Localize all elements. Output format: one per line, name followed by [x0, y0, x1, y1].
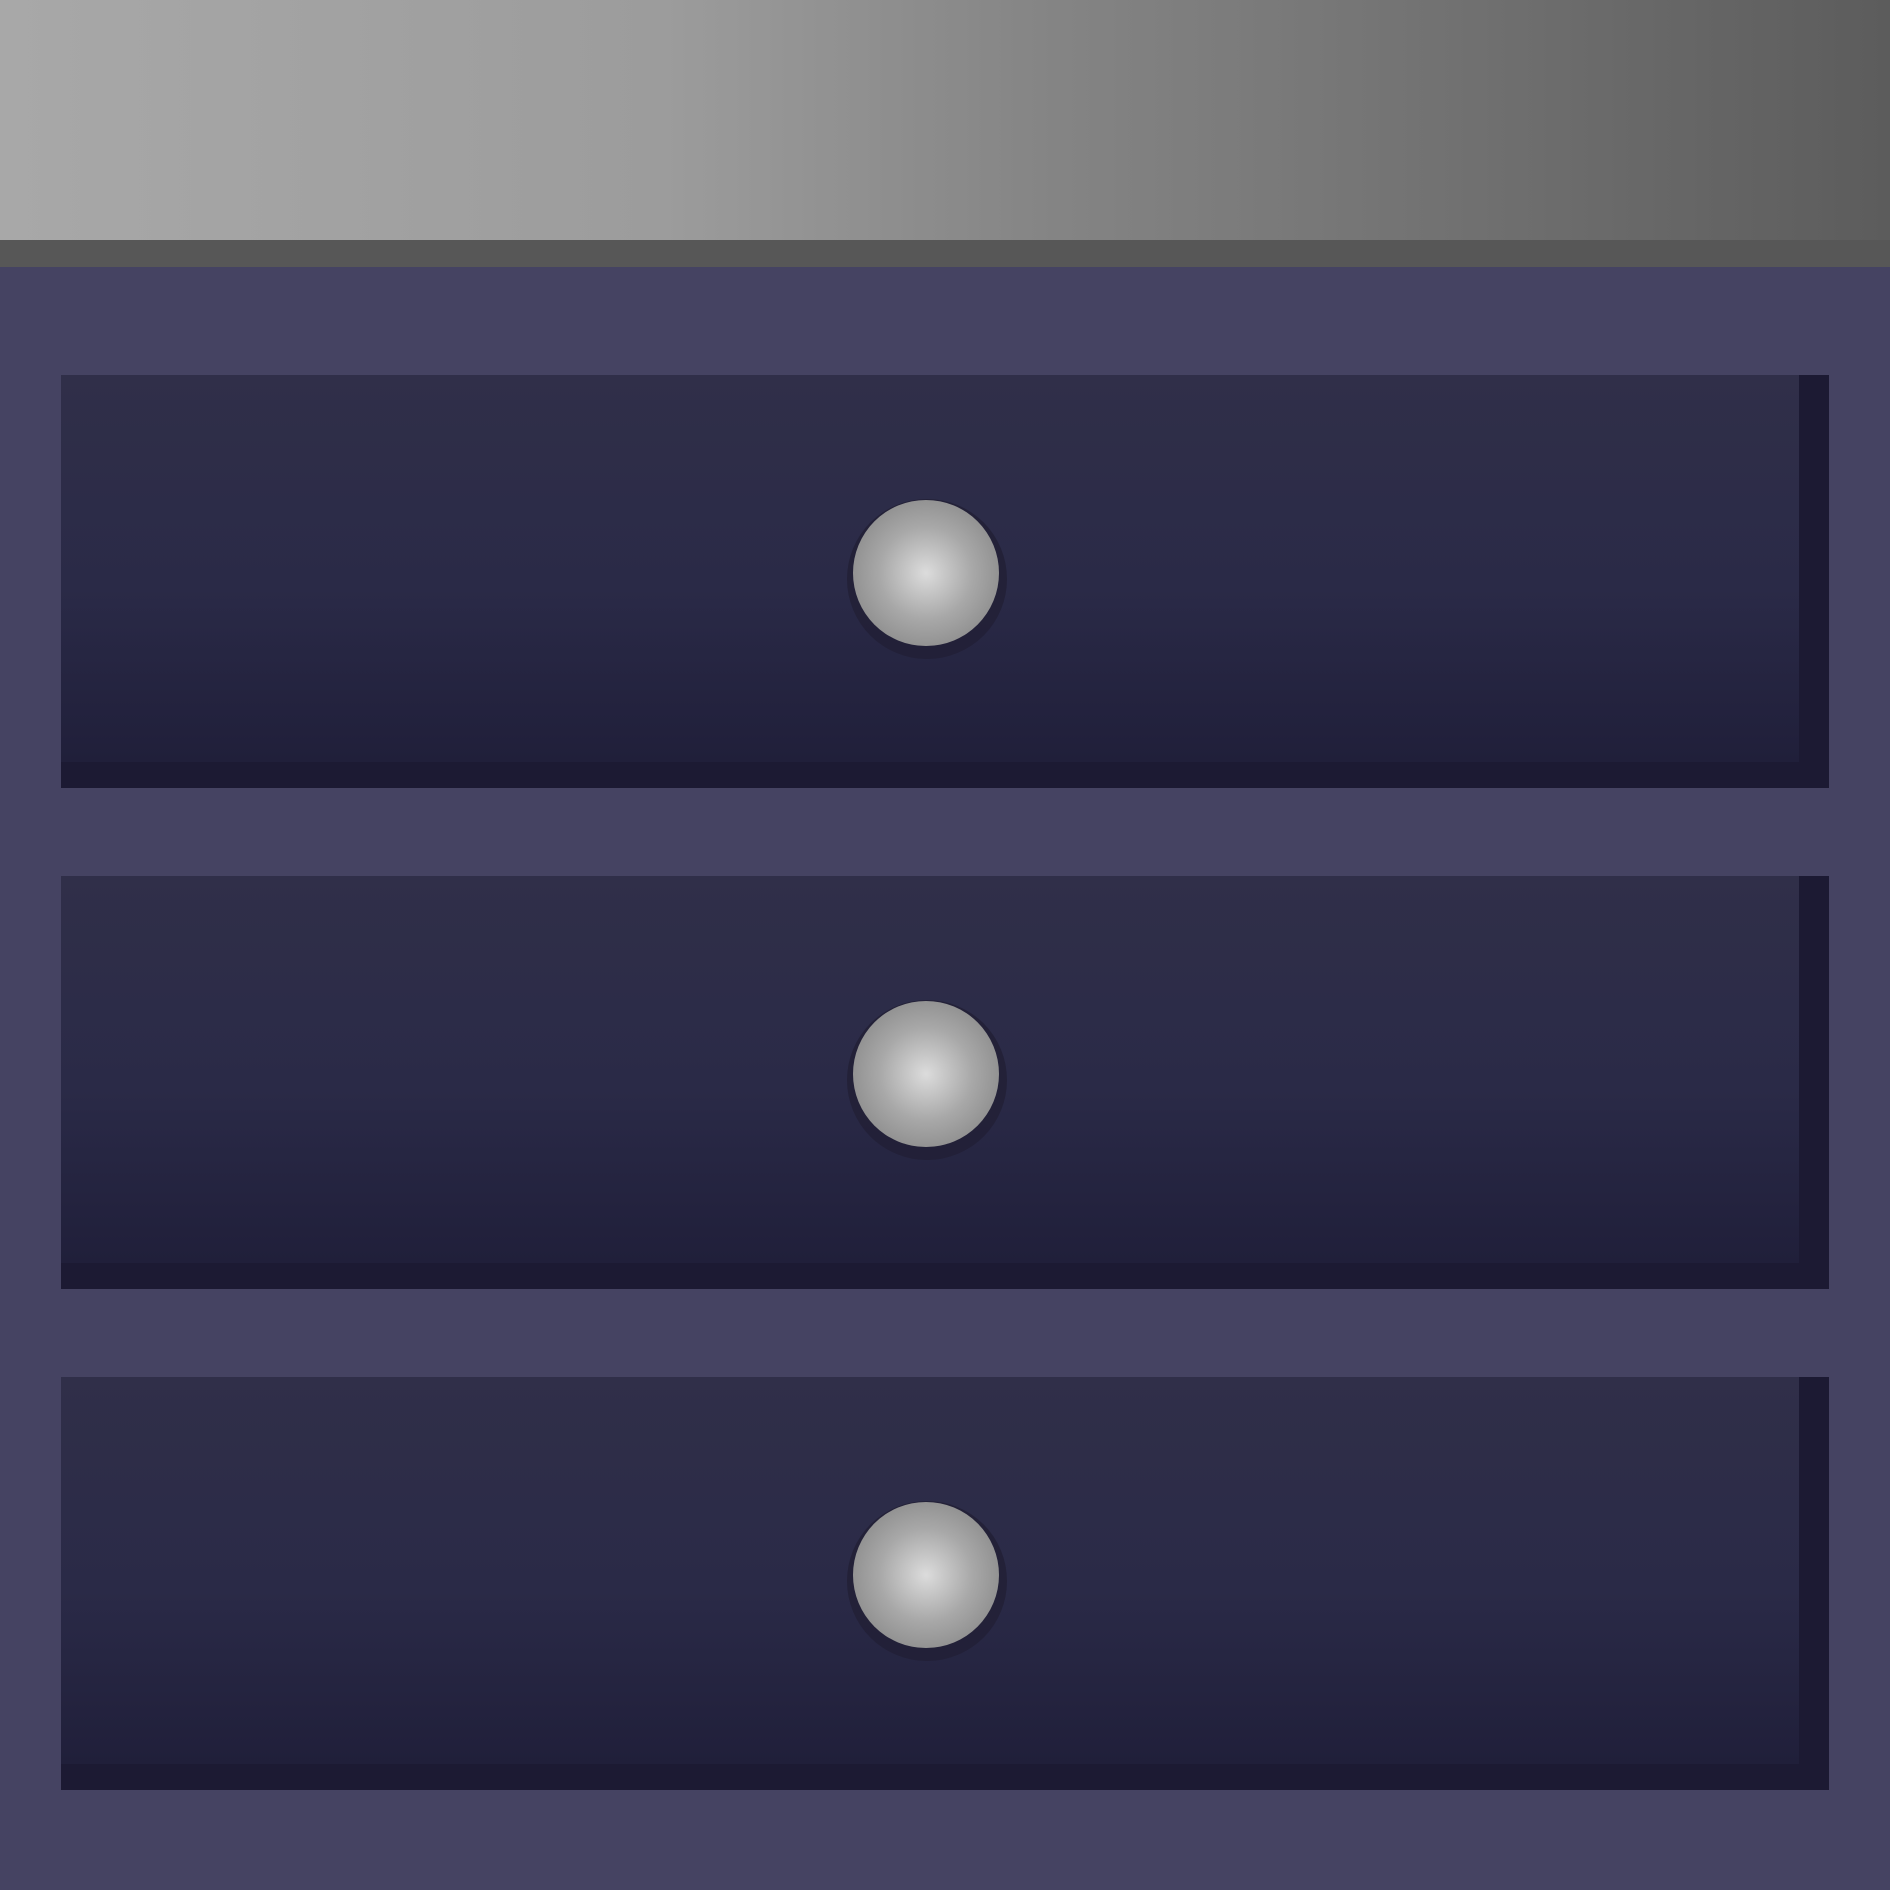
drawer-top[interactable] — [61, 375, 1829, 788]
drawer-side-edge — [1799, 375, 1829, 788]
round-knob-icon[interactable] — [853, 1502, 999, 1648]
drawer-side-edge — [1799, 1377, 1829, 1790]
dresser-top-ledge — [0, 240, 1890, 267]
drawer-bottom-edge — [61, 1764, 1829, 1790]
dresser-illustration — [0, 0, 1890, 1890]
drawer-bottom-edge — [61, 1263, 1829, 1289]
dresser-top-panel — [0, 0, 1890, 240]
drawer-bottom-edge — [61, 762, 1829, 788]
round-knob-icon[interactable] — [853, 500, 999, 646]
drawer-bottom[interactable] — [61, 1377, 1829, 1790]
round-knob-icon[interactable] — [853, 1001, 999, 1147]
drawer-side-edge — [1799, 876, 1829, 1289]
drawer-middle[interactable] — [61, 876, 1829, 1289]
